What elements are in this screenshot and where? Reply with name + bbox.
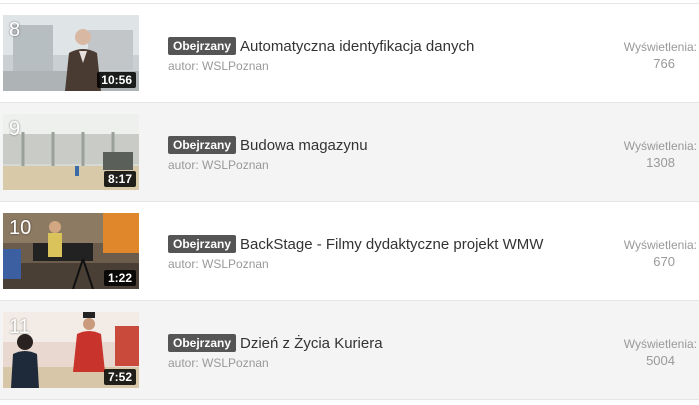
video-thumbnail[interactable]: 11 7:52 — [3, 312, 139, 388]
video-title[interactable]: Automatyczna identyfikacja danych — [240, 38, 474, 56]
playlist-index: 10 — [9, 217, 32, 239]
video-title[interactable]: Dzień z Życia Kuriera — [240, 335, 383, 353]
video-author[interactable]: autor: WSLPoznan — [168, 257, 269, 271]
playlist-index: 11 — [9, 316, 30, 338]
video-duration: 8:17 — [103, 171, 136, 187]
watched-badge: Obejrzany — [168, 136, 237, 154]
video-thumbnail[interactable]: 10 1:22 — [3, 213, 139, 289]
video-author[interactable]: autor: WSLPoznan — [168, 158, 269, 172]
video-title[interactable]: BackStage - Filmy dydaktyczne projekt WM… — [240, 236, 543, 254]
views-count: 670 — [653, 254, 675, 269]
video-duration: 1:22 — [103, 270, 136, 286]
video-title[interactable]: Budowa magazynu — [240, 137, 368, 155]
views-label: Wyświetlenia: — [623, 337, 697, 351]
playlist-index: 8 — [9, 19, 21, 41]
video-author[interactable]: autor: WSLPoznan — [168, 59, 269, 73]
playlist-item[interactable]: 10 1:22 Obejrzany BackStage - Filmy dyda… — [0, 201, 699, 300]
video-duration: 7:52 — [103, 369, 136, 385]
video-duration: 10:56 — [97, 72, 136, 88]
views-count: 1308 — [646, 155, 675, 170]
views-label: Wyświetlenia: — [623, 238, 697, 252]
video-author[interactable]: autor: WSLPoznan — [168, 356, 269, 370]
views-label: Wyświetlenia: — [623, 40, 697, 54]
playlist-item[interactable]: 9 8:17 Obejrzany Budowa magazynu autor: … — [0, 102, 699, 201]
video-thumbnail[interactable]: 8 10:56 — [3, 15, 139, 91]
playlist-item[interactable]: 8 10:56 Obejrzany Automatyczna identyfik… — [0, 3, 699, 102]
views-label: Wyświetlenia: — [623, 139, 697, 153]
views-count: 5004 — [646, 353, 675, 368]
playlist-item[interactable]: 11 7:52 Obejrzany Dzień z Życia Kuriera … — [0, 300, 699, 400]
watched-badge: Obejrzany — [168, 334, 237, 352]
video-thumbnail[interactable]: 9 8:17 — [3, 114, 139, 190]
views-count: 766 — [653, 56, 675, 71]
playlist-index: 9 — [9, 118, 21, 140]
watched-badge: Obejrzany — [168, 235, 237, 253]
watched-badge: Obejrzany — [168, 37, 237, 55]
